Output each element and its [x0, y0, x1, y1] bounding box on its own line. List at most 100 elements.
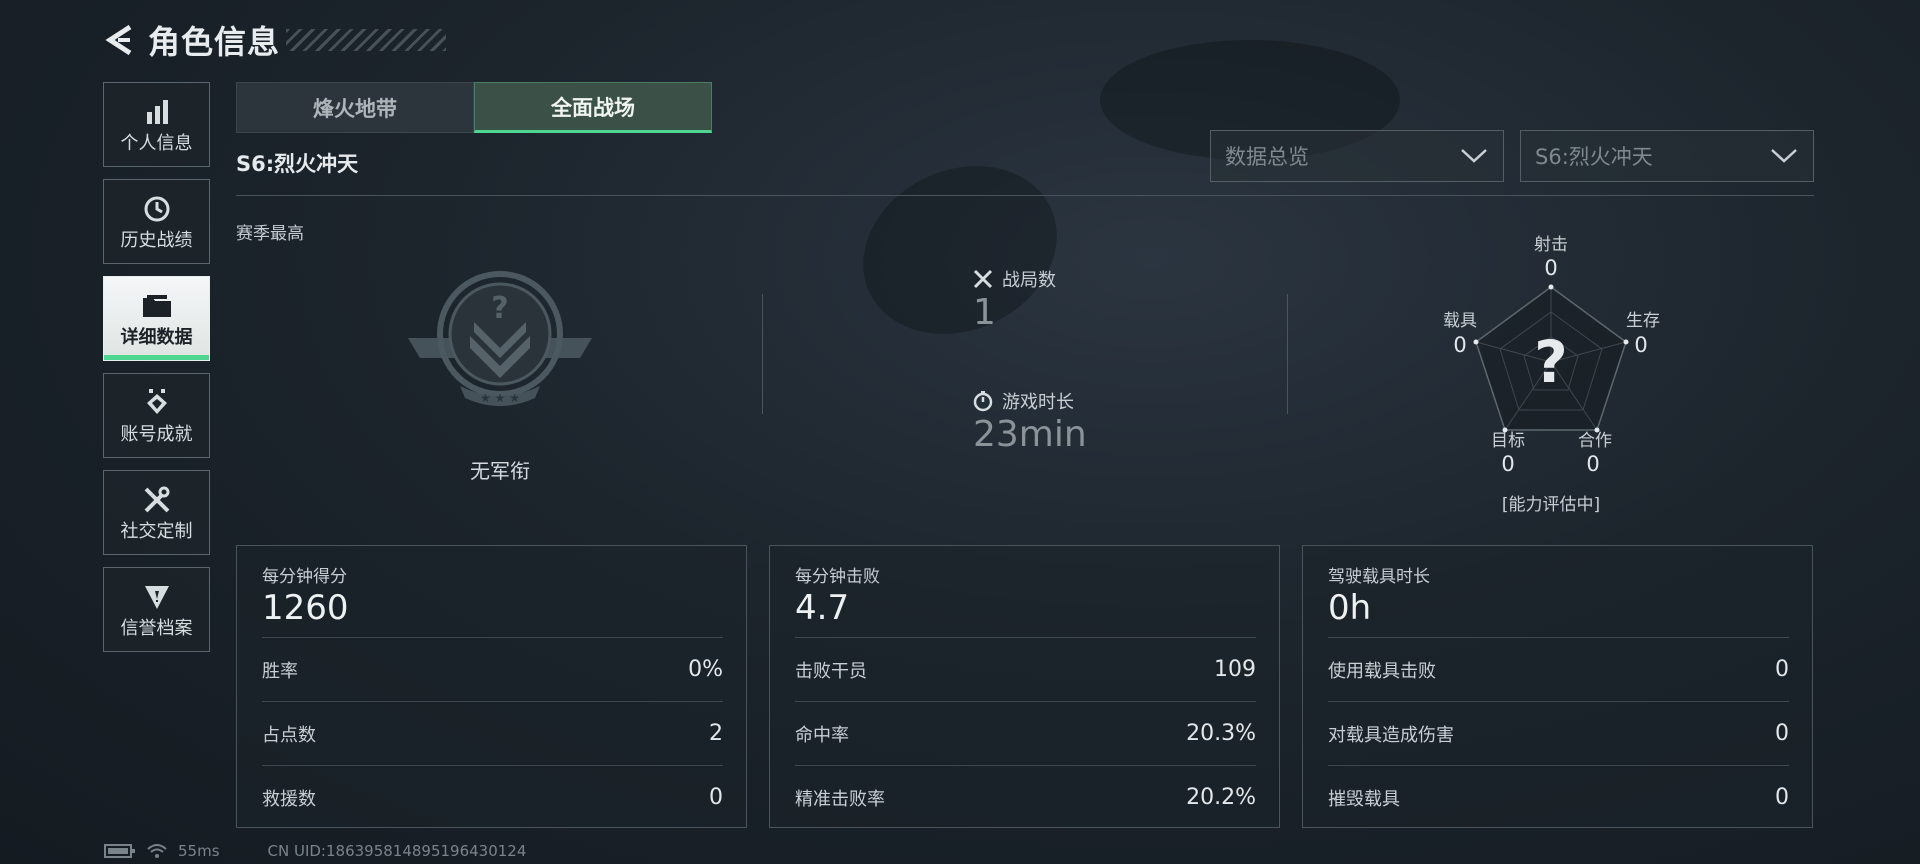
stat-row: 胜率 0%	[262, 637, 723, 701]
stat-label: 占点数	[262, 724, 316, 746]
stat-value: 0	[1775, 657, 1789, 682]
radar-label-objective: 目标	[1491, 431, 1525, 451]
radar-value-vehicle: 0	[1453, 333, 1467, 357]
stat-card-kills: 每分钟击败 4.7 击败干员 109 命中率 20.3% 精准击败率 20.2%	[769, 545, 1280, 828]
radar-label-shooting: 射击	[1534, 235, 1568, 255]
radar-label-cooperation: 合作	[1578, 431, 1612, 451]
stat-row: 命中率 20.3%	[795, 701, 1256, 765]
season-best-label: 赛季最高	[236, 224, 304, 244]
stat-label: 救援数	[262, 788, 316, 810]
page-title: 角色信息	[148, 23, 281, 61]
crossed-swords-icon	[973, 269, 993, 289]
nav-item-label: 个人信息	[120, 132, 193, 154]
stat-row: 击败干员 109	[795, 637, 1256, 701]
nav-item-label: 信誉档案	[120, 617, 193, 639]
credit-badge-icon	[144, 585, 169, 609]
stat-row: 摧毁载具 0	[1328, 765, 1789, 829]
stat-label: 摧毁载具	[1328, 788, 1400, 810]
history-icon	[144, 196, 169, 221]
column-divider	[1287, 294, 1288, 414]
stat-value: 20.2%	[1186, 785, 1256, 810]
back-arrow-icon	[105, 24, 132, 56]
back-button[interactable]	[102, 23, 136, 57]
stat-label: 精准击败率	[795, 788, 885, 810]
nav-item-social-custom[interactable]: 社交定制	[103, 470, 210, 555]
stat-card-score: 每分钟得分 1260 胜率 0% 占点数 2 救援数 0	[236, 545, 747, 828]
stat-row: 占点数 2	[262, 701, 723, 765]
chevron-down-icon	[1771, 149, 1797, 163]
section-divider	[236, 195, 1814, 196]
nav-item-achievements[interactable]: 账号成就	[103, 373, 210, 458]
side-nav: 个人信息 历史战绩 详细数据 账号成就 社交定制 信誉档案	[103, 82, 212, 664]
stat-value: 0	[1775, 785, 1789, 810]
radar-value-cooperation: 0	[1586, 452, 1600, 476]
tab-full-battlefield[interactable]: 全面战场	[474, 82, 712, 133]
radar-value-survival: 0	[1634, 333, 1648, 357]
season-title: S6:烈火冲天	[236, 152, 359, 176]
stat-label: 命中率	[795, 724, 849, 746]
stopwatch-icon	[973, 391, 993, 412]
radar-label-survival: 生存	[1626, 311, 1660, 331]
card-title: 驾驶载具时长	[1328, 567, 1430, 587]
nav-item-label: 社交定制	[120, 520, 193, 542]
folder-icon	[142, 294, 171, 317]
stat-row: 精准击败率 20.2%	[795, 765, 1256, 829]
matches-label: 战局数	[1002, 270, 1056, 291]
card-value: 4.7	[795, 588, 850, 628]
rank-emblem: ? ★ ★ ★	[400, 266, 600, 416]
battery-icon	[104, 844, 135, 858]
ping-value: 55ms	[178, 842, 220, 860]
stat-row: 使用载具击败 0	[1328, 637, 1789, 701]
column-divider	[762, 294, 763, 414]
select-value: S6:烈火冲天	[1535, 145, 1653, 169]
rank-emblem-icon: ? ★ ★ ★	[408, 271, 592, 406]
card-value: 1260	[262, 588, 349, 628]
page-header: 角色信息	[102, 18, 447, 62]
nav-item-label: 详细数据	[120, 326, 193, 348]
stat-value: 0	[709, 785, 723, 810]
nav-item-credit-record[interactable]: 信誉档案	[103, 567, 210, 652]
title-decoration	[286, 29, 447, 51]
playtime-label: 游戏时长	[1002, 392, 1074, 413]
svg-text:★ ★ ★: ★ ★ ★	[480, 391, 520, 405]
radar-label-vehicle: 载具	[1443, 311, 1477, 331]
status-footer: 55ms CN UID:186395814895196430124	[104, 842, 526, 860]
svg-text:?: ?	[491, 291, 508, 326]
stat-label: 胜率	[262, 660, 298, 682]
stat-value: 20.3%	[1186, 721, 1256, 746]
nav-item-detailed-data[interactable]: 详细数据	[103, 276, 210, 361]
playtime-value: 23min	[973, 414, 1087, 455]
mode-tabs: 烽火地带 全面战场	[236, 82, 712, 133]
matches-stat: 战局数	[972, 266, 1056, 292]
select-value: 数据总览	[1225, 145, 1309, 169]
stat-row: 救援数 0	[262, 765, 723, 829]
season-select[interactable]: S6:烈火冲天	[1520, 130, 1814, 182]
background-dish-silhouette	[835, 135, 1085, 365]
playtime-stat: 游戏时长	[972, 388, 1074, 414]
stat-value: 0%	[688, 657, 723, 682]
radar-status: [能力评估中]	[1501, 495, 1601, 515]
matches-value: 1	[973, 292, 996, 333]
radar-value-objective: 0	[1501, 452, 1515, 476]
radar-value-shooting: 0	[1544, 256, 1558, 280]
nav-item-label: 账号成就	[120, 423, 193, 445]
stat-value: 0	[1775, 721, 1789, 746]
nav-item-personal-info[interactable]: 个人信息	[103, 82, 210, 167]
chevron-down-icon	[1461, 149, 1487, 163]
tab-hazard-zone[interactable]: 烽火地带	[236, 82, 474, 133]
filter-selects: 数据总览 S6:烈火冲天	[1210, 130, 1814, 182]
card-title: 每分钟得分	[262, 567, 347, 587]
card-value: 0h	[1328, 588, 1372, 628]
stat-label: 击败干员	[795, 660, 867, 682]
tools-icon	[144, 486, 169, 512]
achievement-icon	[146, 388, 167, 414]
stat-card-vehicle: 驾驶载具时长 0h 使用载具击败 0 对载具造成伤害 0 摧毁载具 0	[1302, 545, 1813, 828]
stat-value: 109	[1214, 657, 1256, 682]
data-overview-select[interactable]: 数据总览	[1210, 130, 1504, 182]
nav-item-label: 历史战绩	[120, 229, 193, 251]
stat-value: 2	[709, 721, 723, 746]
stat-label: 使用载具击败	[1328, 660, 1436, 682]
stat-row: 对载具造成伤害 0	[1328, 701, 1789, 765]
rank-name: 无军衔	[470, 459, 530, 483]
nav-item-history[interactable]: 历史战绩	[103, 179, 210, 264]
